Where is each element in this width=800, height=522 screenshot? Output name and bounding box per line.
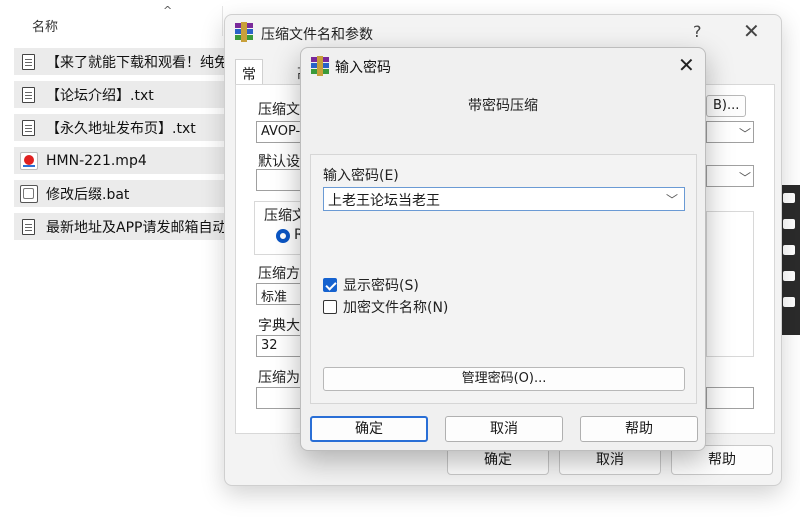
file-name: HMN-221.mp4 [46,152,147,169]
set-password-field[interactable] [706,387,754,409]
enter-password-dialog: 输入密码 ✕ 带密码压缩 输入密码(E) 上老王论坛当老王 ﹀ 显示密码(S) … [300,47,706,451]
encrypt-filenames-checkbox[interactable] [323,300,337,314]
video-file-icon [20,151,38,170]
compress-dialog-titlebar[interactable]: 压缩文件名和参数 ? ✕ [225,15,781,49]
file-name: 最新地址及APP请发邮箱自动获 [46,219,234,236]
chevron-down-icon: ﹀ [739,171,752,185]
encrypt-filenames-row[interactable]: 加密文件名称(N) [323,297,448,317]
sort-up-icon: ^ [163,4,173,17]
list-item[interactable]: 修改后缀.bat [14,180,234,207]
file-name: 【论坛介绍】.txt [46,87,154,104]
method-label: 压缩方 [258,266,300,282]
text-document-icon [22,53,35,70]
options-group [706,211,754,357]
list-item[interactable]: 最新地址及APP请发邮箱自动获 [14,213,234,240]
show-password-label: 显示密码(S) [343,278,419,294]
compress-dialog-title: 压缩文件名和参数 [261,27,373,43]
tab-general[interactable]: 常规 [235,59,263,103]
text-document-icon [22,218,35,235]
help-icon[interactable]: ? [693,22,702,41]
batch-file-icon [20,184,38,203]
manage-passwords-button[interactable]: 管理密码(O)... [323,367,685,391]
file-name: 修改后缀.bat [46,186,130,203]
list-item[interactable]: 【论坛介绍】.txt [14,81,234,108]
enter-password-label: 输入密码(E) [323,168,399,184]
winrar-icon [235,22,253,42]
close-icon[interactable]: ✕ [743,19,760,43]
dictionary-size-label: 字典大 [258,318,300,334]
password-dialog-title: 输入密码 [335,60,391,76]
encrypt-filenames-label: 加密文件名称(N) [343,300,449,316]
archive-name-label: 压缩文 [258,102,300,118]
default-profile-label: 默认设 [258,154,300,170]
chevron-down-icon: ﹀ [739,127,752,141]
close-icon[interactable]: ✕ [678,53,695,77]
list-item[interactable]: 【来了就能下载和观看！纯免费 [14,48,234,75]
cancel-button[interactable]: 取消 [445,416,563,442]
show-password-row[interactable]: 显示密码(S) [323,275,419,295]
split-volumes-label: 压缩为 [258,370,300,386]
list-item[interactable]: HMN-221.mp4 [14,147,234,174]
text-document-icon [22,119,35,136]
column-name-header[interactable]: 名称 [32,16,58,35]
file-name: 【永久地址发布页】.txt [46,120,196,137]
file-name: 【来了就能下载和观看！纯免费 [46,54,234,71]
text-document-icon [22,86,35,103]
help-button[interactable]: 帮助 [580,416,698,442]
show-password-checkbox[interactable] [323,278,337,292]
password-dialog-subtitle: 带密码压缩 [468,98,538,114]
format-radio-rar[interactable] [276,229,290,243]
ok-button[interactable]: 确定 [310,416,428,442]
password-input[interactable]: 上老王论坛当老王 ﹀ [323,187,685,211]
password-value: 上老王论坛当老王 [328,193,440,209]
password-panel: 输入密码(E) 上老王论坛当老王 ﹀ 显示密码(S) 加密文件名称(N) 管理密… [310,154,697,404]
chevron-down-icon[interactable]: ﹀ [666,191,678,208]
list-item[interactable]: 【永久地址发布页】.txt [14,114,234,141]
winrar-icon [311,56,329,76]
file-list: 【来了就能下载和观看！纯免费 【论坛介绍】.txt 【永久地址发布页】.txt … [14,48,234,246]
browse-button[interactable]: B)... [706,95,747,117]
column-divider[interactable] [222,6,223,36]
